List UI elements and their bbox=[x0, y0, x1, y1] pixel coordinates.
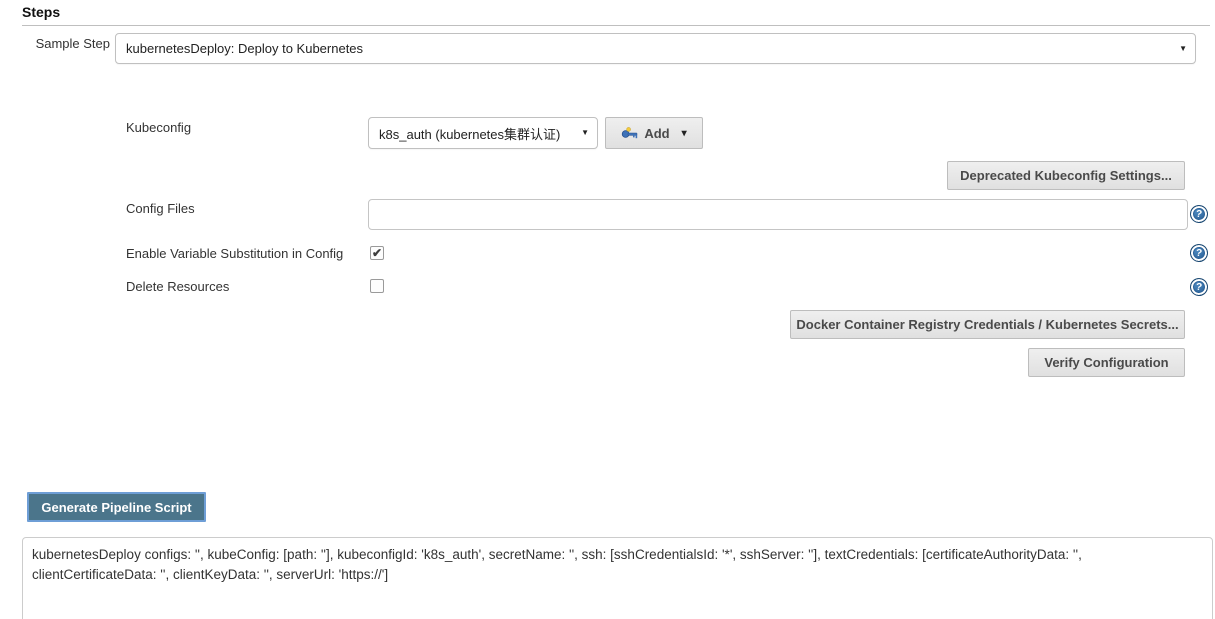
sample-step-select[interactable]: kubernetesDeploy: Deploy to Kubernetes ▼ bbox=[115, 33, 1196, 64]
help-icon[interactable]: ? bbox=[1189, 204, 1209, 224]
help-icon[interactable]: ? bbox=[1189, 277, 1209, 297]
generate-pipeline-script-button[interactable]: Generate Pipeline Script bbox=[27, 492, 206, 522]
add-button-label: Add bbox=[644, 126, 669, 141]
chevron-down-icon: ▼ bbox=[581, 129, 589, 137]
docker-registry-credentials-button[interactable]: Docker Container Registry Credentials / … bbox=[790, 310, 1185, 339]
sample-step-label: Sample Step bbox=[0, 36, 110, 51]
delete-resources-label: Delete Resources bbox=[126, 279, 229, 294]
steps-section-title: Steps bbox=[22, 4, 60, 20]
chevron-down-icon: ▾ bbox=[682, 128, 687, 139]
add-credentials-button[interactable]: Add ▾ bbox=[605, 117, 703, 149]
config-files-input[interactable] bbox=[368, 199, 1188, 230]
deprecated-kubeconfig-settings-button[interactable]: Deprecated Kubeconfig Settings... bbox=[947, 161, 1185, 190]
snippet-generator-page: Steps Sample Step kubernetesDeploy: Depl… bbox=[0, 0, 1215, 619]
pipeline-script-output[interactable]: kubernetesDeploy configs: '', kubeConfig… bbox=[22, 537, 1213, 619]
kubeconfig-label: Kubeconfig bbox=[126, 120, 191, 135]
verify-configuration-button[interactable]: Verify Configuration bbox=[1028, 348, 1185, 377]
key-icon bbox=[621, 126, 638, 140]
enable-variable-substitution-label: Enable Variable Substitution in Config bbox=[126, 246, 343, 261]
delete-resources-checkbox[interactable] bbox=[370, 279, 384, 293]
kubeconfig-select[interactable]: k8s_auth (kubernetes集群认证) ▼ bbox=[368, 117, 598, 149]
config-files-label: Config Files bbox=[126, 201, 195, 216]
help-icon[interactable]: ? bbox=[1189, 243, 1209, 263]
kubeconfig-selected-value: k8s_auth (kubernetes集群认证) bbox=[379, 124, 560, 143]
chevron-down-icon: ▼ bbox=[1179, 45, 1187, 53]
sample-step-selected-value: kubernetesDeploy: Deploy to Kubernetes bbox=[126, 41, 363, 56]
enable-variable-substitution-checkbox[interactable]: ✔ bbox=[370, 246, 384, 260]
section-divider bbox=[22, 25, 1210, 26]
